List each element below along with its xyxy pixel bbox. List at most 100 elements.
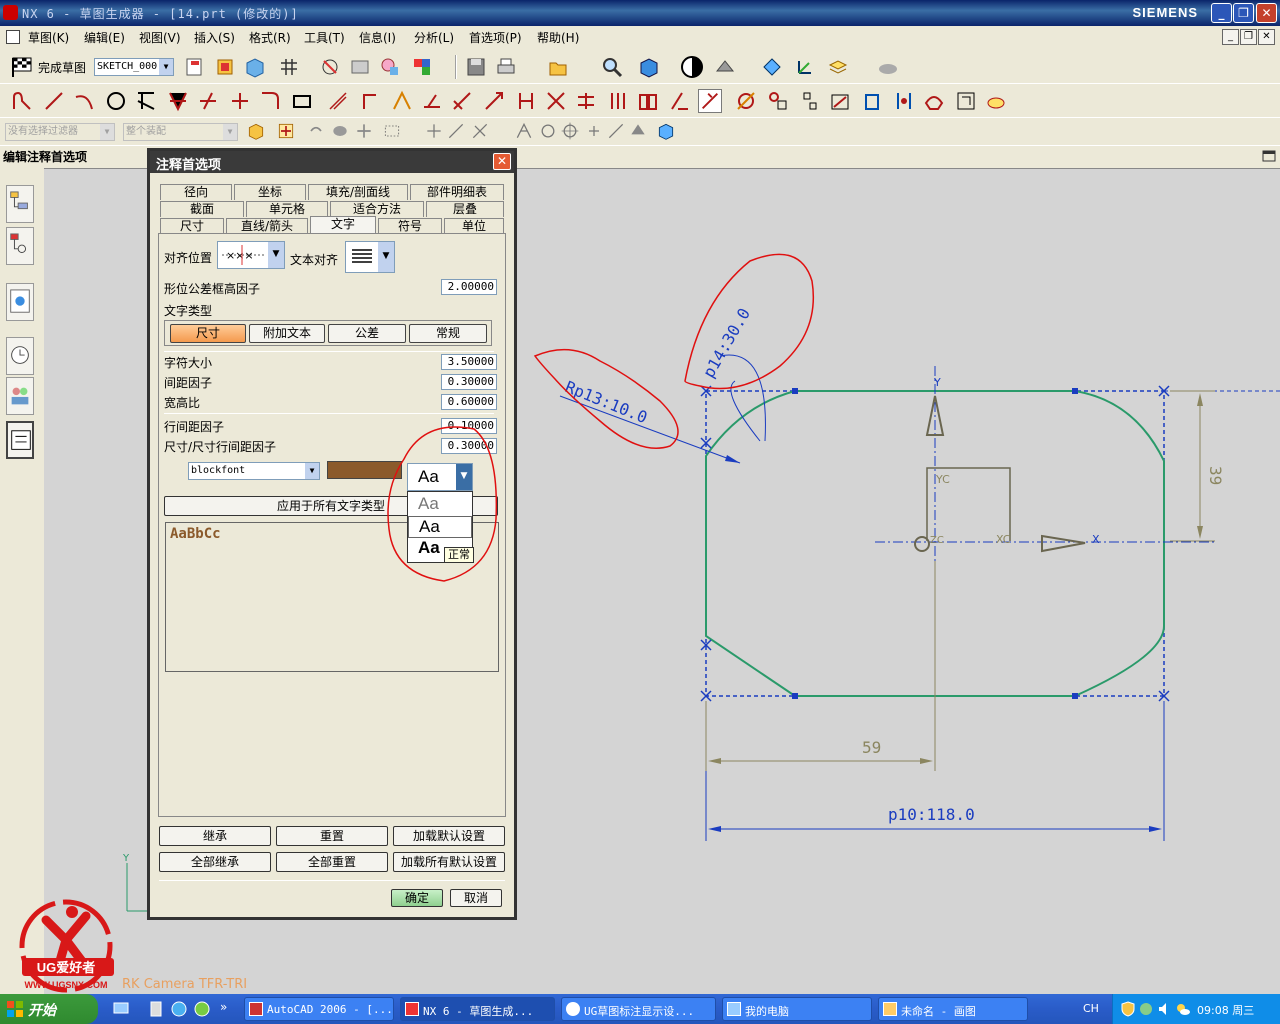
task-paint[interactable]: 未命名 - 画图: [878, 997, 1028, 1021]
sketch-style-icon[interactable]: [378, 55, 402, 79]
tab-section[interactable]: 截面: [160, 201, 244, 217]
text-type-dimension-button[interactable]: 尺寸: [170, 324, 246, 343]
text-type-appended-button[interactable]: 附加文本: [249, 324, 325, 343]
mdi-close-button[interactable]: ✕: [1258, 29, 1275, 45]
quick-extend-icon[interactable]: [166, 89, 190, 113]
mdi-minimize-button[interactable]: _: [1222, 29, 1239, 45]
vertical-dim-icon[interactable]: [514, 89, 538, 113]
part-navigator-button[interactable]: [6, 227, 34, 265]
tab-cell[interactable]: 单元格: [246, 201, 328, 217]
delay-eval-icon[interactable]: [318, 55, 342, 79]
maximize-graphics-icon[interactable]: [1262, 149, 1276, 163]
circle-icon[interactable]: [104, 89, 128, 113]
background-icon[interactable]: [713, 55, 737, 79]
parallel-dim-icon[interactable]: [544, 89, 568, 113]
quicklaunch-overflow-icon[interactable]: »: [220, 1000, 227, 1014]
task-nx[interactable]: NX 6 - 草图生成...: [400, 997, 555, 1021]
tab-units[interactable]: 单位: [444, 218, 504, 234]
tab-dimension[interactable]: 尺寸: [160, 218, 224, 234]
font-select[interactable]: blockfont ▼: [188, 462, 320, 480]
security-shield-icon[interactable]: [1121, 1001, 1135, 1017]
project-curve-icon[interactable]: [420, 89, 444, 113]
constraint-display-icon[interactable]: [410, 55, 434, 79]
infer-constraints-icon[interactable]: [954, 89, 978, 113]
menu-help[interactable]: 帮助(H): [537, 29, 579, 46]
menu-sketch[interactable]: 草图(K): [28, 29, 69, 46]
mirror-icon[interactable]: [390, 89, 414, 113]
snap-point-icon[interactable]: [276, 121, 296, 141]
tab-lettering[interactable]: 文字: [310, 216, 376, 234]
update-model-icon[interactable]: [243, 55, 267, 79]
load-default-button[interactable]: 加载默认设置: [393, 826, 505, 846]
reset-button[interactable]: 重置: [276, 826, 388, 846]
create-inferred-constraints-icon[interactable]: [984, 89, 1008, 113]
reset-all-button[interactable]: 全部重置: [276, 852, 388, 872]
network-icon[interactable]: [1139, 1001, 1153, 1017]
snap-on-curve-icon[interactable]: [606, 121, 626, 141]
make-corner-icon[interactable]: [196, 89, 220, 113]
selection-settings-icon[interactable]: [246, 121, 266, 141]
orient-view-icon[interactable]: [183, 55, 207, 79]
gdt-frame-input[interactable]: 2.00000: [441, 279, 497, 295]
assembly-navigator-button[interactable]: [6, 185, 34, 223]
cancel-button[interactable]: 取消: [450, 889, 502, 907]
char-size-input[interactable]: 3.50000: [441, 354, 497, 370]
clock-text[interactable]: 09:08 周三: [1197, 1002, 1254, 1018]
view-orient-icon[interactable]: [760, 55, 784, 79]
menu-preferences[interactable]: 首选项(P): [469, 29, 522, 46]
undo-select-icon[interactable]: [306, 121, 326, 141]
intersect-icon[interactable]: [228, 89, 252, 113]
align-position-select[interactable]: ××× ▼: [217, 241, 285, 269]
snap-endpoint-icon[interactable]: [424, 121, 444, 141]
tab-symbol[interactable]: 符号: [378, 218, 442, 234]
dialog-close-button[interactable]: ✕: [493, 153, 511, 170]
roles-button[interactable]: [6, 377, 34, 415]
shaded-view-icon[interactable]: [637, 55, 661, 79]
task-browser[interactable]: UG草图标注显示设...: [561, 997, 716, 1021]
rectangle-select-icon[interactable]: [382, 121, 402, 141]
radius-dim-icon[interactable]: [668, 89, 692, 113]
sketch-name-select[interactable]: SKETCH_000 ▼: [94, 58, 174, 76]
weather-icon[interactable]: [1175, 1001, 1191, 1017]
reattach-icon[interactable]: [213, 55, 237, 79]
text-type-general-button[interactable]: 常规: [409, 324, 487, 343]
constraints-icon[interactable]: [698, 89, 722, 113]
show-remove-constraints-icon[interactable]: [828, 89, 852, 113]
menu-info[interactable]: 信息(I): [359, 29, 396, 46]
alternate-solution-icon[interactable]: [922, 89, 946, 113]
tab-line-arrow[interactable]: 直线/箭头: [226, 218, 308, 234]
system-materials-button[interactable]: [6, 421, 34, 459]
show-all-constraints-icon[interactable]: [766, 89, 790, 113]
angular-dim-icon[interactable]: [606, 89, 630, 113]
layer-icon[interactable]: [826, 55, 850, 79]
quick-trim-icon[interactable]: [134, 89, 158, 113]
perpendicular-dim-icon[interactable]: [574, 89, 598, 113]
text-align-select[interactable]: ▼: [345, 241, 395, 273]
tab-ordinate[interactable]: 坐标: [234, 184, 306, 200]
select-feature-icon[interactable]: [354, 121, 374, 141]
print-icon[interactable]: [494, 55, 518, 79]
profile-icon[interactable]: [10, 89, 34, 113]
menu-tools[interactable]: 工具(T): [304, 29, 345, 46]
save-icon[interactable]: [464, 55, 488, 79]
line-icon[interactable]: [42, 89, 66, 113]
spacing-input[interactable]: 0.30000: [441, 374, 497, 390]
close-button[interactable]: ✕: [1256, 3, 1277, 23]
start-button[interactable]: 开始: [0, 994, 98, 1024]
restore-button[interactable]: ❐: [1233, 3, 1254, 23]
inherit-button[interactable]: 继承: [159, 826, 271, 846]
snap-center-icon[interactable]: [538, 121, 558, 141]
finish-sketch-flag-icon[interactable]: [10, 55, 34, 79]
snap-on-surface-icon[interactable]: [628, 121, 648, 141]
inherit-all-button[interactable]: 全部继承: [159, 852, 271, 872]
horizontal-dim-icon[interactable]: [482, 89, 506, 113]
snap-quadrant-icon[interactable]: [560, 121, 580, 141]
rendering-style-icon[interactable]: [680, 55, 704, 79]
tab-parts-list[interactable]: 部件明细表: [410, 184, 504, 200]
load-all-defaults-button[interactable]: 加载所有默认设置: [393, 852, 505, 872]
offset-curve-icon[interactable]: [326, 89, 350, 113]
aspect-input[interactable]: 0.60000: [441, 394, 497, 410]
snap-existing-icon[interactable]: [584, 121, 604, 141]
zoom-icon[interactable]: [600, 55, 624, 79]
rectangle-icon[interactable]: [290, 89, 314, 113]
